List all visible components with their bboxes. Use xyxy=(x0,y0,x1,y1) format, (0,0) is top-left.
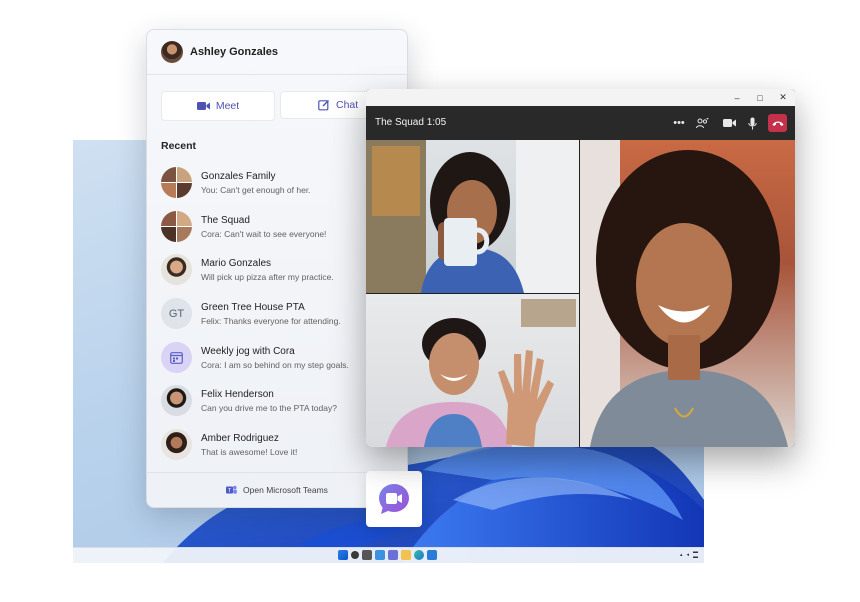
conversation-name: Amber Rodriguez xyxy=(201,433,279,445)
close-icon[interactable]: ✕ xyxy=(776,91,790,104)
edge-icon[interactable] xyxy=(414,550,424,560)
open-teams-label: Open Microsoft Teams xyxy=(243,485,328,495)
conversation-preview: Cora: I am so behind on my step goals. xyxy=(201,359,349,370)
search-icon[interactable] xyxy=(351,551,359,559)
conversation-preview: Can you drive me to the PTA today? xyxy=(201,403,337,414)
group-avatar xyxy=(161,167,192,198)
taskbar-apps xyxy=(338,550,437,560)
person-avatar xyxy=(161,429,192,461)
conversation-preview: Will pick up pizza after my practice. xyxy=(201,272,334,283)
flyout-header: Ashley Gonzales xyxy=(147,30,407,75)
chat-label: Chat xyxy=(336,99,359,111)
call-toolbar: The Squad 1:05 ••• xyxy=(366,106,795,140)
volume-icon[interactable]: ◂ xyxy=(686,552,689,558)
conversation-name: Green Tree House PTA xyxy=(201,302,305,314)
compose-icon xyxy=(318,100,329,111)
video-call-window: – □ ✕ The Squad 1:05 ••• xyxy=(366,89,795,447)
conversation-preview: That is awesome! Love it! xyxy=(201,447,298,458)
conversation-name: Gonzales Family xyxy=(201,171,276,182)
conversation-name: The Squad xyxy=(201,214,250,226)
participant-waving-image xyxy=(386,299,576,447)
participant-laughing-image xyxy=(580,140,788,447)
conversation-name: Weekly jog with Cora xyxy=(201,345,295,357)
user-avatar[interactable] xyxy=(161,41,183,63)
participant-drinking-video xyxy=(366,140,579,293)
camera-icon[interactable] xyxy=(721,114,737,132)
teams-chat-icon xyxy=(379,484,409,514)
participants-icon[interactable] xyxy=(694,114,710,132)
hang-up-button[interactable] xyxy=(768,114,787,132)
call-title: The Squad 1:05 xyxy=(375,117,447,128)
store-icon[interactable] xyxy=(427,550,437,560)
participant-laughing-video xyxy=(580,140,795,447)
user-name: Ashley Gonzales xyxy=(190,46,279,58)
teams-icon: T xyxy=(226,485,237,494)
initials-avatar: GT xyxy=(161,298,192,330)
clock[interactable]: ▬ ▬ xyxy=(693,550,698,560)
calendar-icon xyxy=(170,351,183,364)
meet-button[interactable]: Meet xyxy=(161,91,275,121)
widgets-icon[interactable] xyxy=(375,550,385,560)
task-view-icon[interactable] xyxy=(362,550,372,560)
calendar-avatar xyxy=(161,341,192,373)
group-avatar xyxy=(161,210,192,242)
conversation-name: Felix Henderson xyxy=(201,389,274,401)
conversation-name: Mario Gonzales xyxy=(201,258,272,270)
person-avatar xyxy=(161,254,192,286)
file-explorer-icon[interactable] xyxy=(401,550,411,560)
conversation-preview: You: Can't get enough of her. xyxy=(201,185,311,195)
video-camera-icon xyxy=(196,102,210,110)
more-icon[interactable]: ••• xyxy=(671,114,687,132)
hang-up-icon xyxy=(772,121,783,126)
start-icon[interactable] xyxy=(338,550,348,560)
wifi-icon[interactable]: ▴ xyxy=(680,552,683,558)
meet-label: Meet xyxy=(215,100,240,112)
window-title-bar: – □ ✕ xyxy=(366,89,795,106)
person-avatar xyxy=(161,385,192,417)
taskbar: ▴ ◂ ▬ ▬ xyxy=(73,547,704,563)
system-tray: ▴ ◂ ▬ ▬ xyxy=(680,550,698,560)
maximize-icon[interactable]: □ xyxy=(753,91,767,104)
conversation-preview: Felix: Thanks everyone for attending. xyxy=(201,316,341,327)
teams-chat-app-tile[interactable] xyxy=(366,471,422,527)
microphone-icon[interactable] xyxy=(745,114,759,132)
conversation-preview: Cora: Can't wait to see everyone! xyxy=(201,228,327,239)
participant-drinking-image xyxy=(366,140,579,293)
chat-icon[interactable] xyxy=(388,550,398,560)
recent-heading: Recent xyxy=(161,140,197,152)
minimize-icon[interactable]: – xyxy=(730,91,744,104)
participant-waving-video xyxy=(366,294,579,447)
